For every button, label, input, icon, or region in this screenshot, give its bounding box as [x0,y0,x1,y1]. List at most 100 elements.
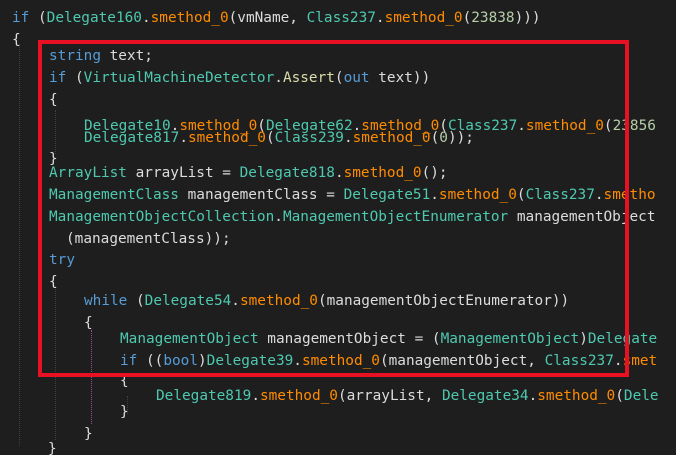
code-token: ( [615,388,624,404]
code-token: smethod_0 [384,10,463,26]
code-token: . [528,388,538,404]
code-token: managementObject = ( [258,331,441,347]
code-token: Delegate818 [239,165,335,181]
code-line: if (VirtualMachineDetector.Assert(out te… [49,67,430,89]
code-token: ArrayList [49,165,127,181]
code-token: Class239 [274,130,344,146]
indent-guide-block [91,330,92,424]
code-token: ) [579,331,588,347]
code-line: ArrayList arrayList = Delegate818.smetho… [49,162,448,184]
code-line: { [120,370,129,392]
code-line: try [49,249,75,271]
code-token: 23838 [471,10,515,26]
code-token: smet [622,353,658,369]
code-token: ( [127,293,145,309]
code-token: bool [163,353,198,369]
indent-guide [55,286,56,440]
code-token: smethod_0 [537,388,616,404]
code-token: smethod_0 [525,118,604,134]
code-token: ( [430,130,440,146]
code-token: while [84,293,128,309]
code-token: )); [447,130,474,146]
code-token: Delegate817 [84,130,180,146]
code-token: 0 [439,130,448,146]
code-token: ) [197,353,207,369]
code-token: } [120,404,129,420]
code-token: . [343,130,353,146]
code-token: smethod_0 [352,130,431,146]
code-token: smethod_0 [438,187,517,203]
code-token: ManagementClass [49,187,179,203]
code-token: vmName [237,10,290,26]
code-token: ( [462,10,472,26]
code-token: smethod_0 [301,353,380,369]
code-line: string text; [49,45,153,67]
code-token: . [251,388,260,404]
code-token: . [274,70,283,86]
code-token: smethod_0 [187,130,266,146]
code-line: } [48,438,57,455]
code-token: managementClass = [178,187,344,203]
code-token: Dele [623,388,659,404]
code-token: arrayList = [126,165,240,181]
code-token: ( [265,130,275,146]
code-line: } [84,423,93,445]
code-token: } [48,441,57,455]
code-token: , [289,10,307,26]
code-line: if (Delegate160.smethod_0(vmName, Class2… [12,7,541,29]
code-token: (arrayList, [337,388,442,404]
code-line: Delegate819.smethod_0(arrayList, Delegat… [156,385,659,407]
code-token: (); [421,165,448,181]
code-line: { [49,89,58,111]
code-token: text)) [369,70,431,86]
code-token: ( [66,70,84,86]
code-token: . [231,293,240,309]
code-token: Delegate160 [46,10,142,26]
code-line: if ((bool)Delegate39.smethod_0(managemen… [120,350,657,372]
code-token: 23856 [612,118,656,134]
code-token: smethod_0 [150,10,229,26]
code-token: (( [137,353,164,369]
code-token: managementObject [508,209,656,225]
indent-guide [19,44,20,446]
code-token: if [49,70,67,86]
code-token: ( [603,118,613,134]
code-token: . [141,10,151,26]
code-token: ManagementObjectEnumerator [282,209,509,225]
code-line: { [84,312,93,334]
code-token: . [334,165,344,181]
code-token: . [293,353,302,369]
code-token: ( [29,10,47,26]
code-line: ManagementObject managementObject = (Man… [120,328,657,350]
code-token: . [274,209,283,225]
code-token: Delegate54 [144,293,232,309]
code-line: ManagementObjectCollection.ManagementObj… [49,206,656,228]
code-token: if [120,353,138,369]
code-line: (managementClass)); [66,228,231,250]
code-line: while (Delegate54.smethod_0(managementOb… [84,290,569,312]
code-token: . [179,130,188,146]
code-token: . [375,10,385,26]
code-token: { [12,32,21,48]
code-token: { [120,373,129,389]
code-line: ManagementClass managementClass = Delega… [49,184,656,206]
code-token: try [49,252,75,268]
code-token: Delegate39 [206,353,294,369]
code-token: Delegate34 [441,388,529,404]
code-token: out [343,70,370,86]
code-token: { [49,92,58,108]
code-line: { [12,29,21,51]
code-token: text; [100,48,153,64]
code-token: . [613,353,623,369]
code-token: Class237 [525,187,595,203]
code-editor[interactable]: if (Delegate160.smethod_0(vmName, Class2… [0,0,676,455]
code-token: ManagementObject [440,331,580,347]
code-token: (managementClass)); [66,231,231,247]
code-token: ManagementObject [120,331,259,347]
code-token: Delegate819 [156,388,252,404]
code-token: ( [228,10,238,26]
code-token: { [84,315,93,331]
code-line: Delegate817.smethod_0(Class239.smethod_0… [84,127,474,149]
code-token: ( [334,70,344,86]
code-token: Assert [282,70,335,86]
